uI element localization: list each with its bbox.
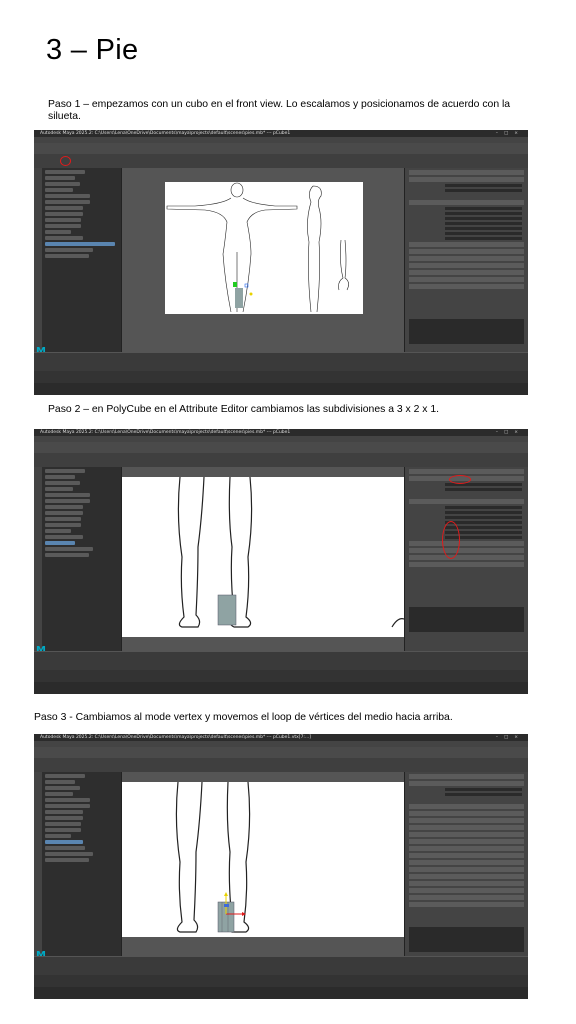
maya-screenshot-2: Autodesk Maya 2025.2: C:\Users\Lena\OneD… — [34, 429, 528, 694]
viewport[interactable] — [122, 467, 404, 652]
window-controls-icon[interactable]: –□× — [496, 734, 524, 741]
tool-column[interactable] — [34, 168, 42, 355]
window-title: Autodesk Maya 2025.2: C:\Users\Lena\OneD… — [40, 735, 311, 740]
tool-column[interactable] — [34, 467, 42, 654]
maya-screenshot-3: Autodesk Maya 2025.2: C:\Users\Lena\OneD… — [34, 734, 528, 999]
timeline[interactable] — [34, 956, 528, 975]
shelf-icons[interactable] — [34, 758, 528, 772]
outliner-panel[interactable] — [42, 772, 122, 957]
shelf-icons[interactable] — [34, 154, 528, 168]
command-line[interactable] — [34, 987, 528, 999]
highlight-circle-subdivisions — [442, 521, 460, 559]
outliner-panel[interactable] — [42, 467, 122, 652]
range-slider[interactable] — [34, 975, 528, 987]
command-line[interactable] — [34, 682, 528, 694]
range-slider[interactable] — [34, 371, 528, 383]
window-title: Autodesk Maya 2025.2: C:\Users\Lena\OneD… — [40, 131, 291, 136]
step-3-text: Paso 3 - Cambiamos al mode vertex y move… — [34, 712, 453, 723]
page-title: 3 – Pie — [46, 34, 139, 66]
window-controls-icon[interactable]: –□× — [496, 130, 524, 137]
shelf-icons[interactable] — [34, 453, 528, 467]
step-1-text: Paso 1 – empezamos con un cubo en el fro… — [48, 99, 511, 122]
tool-column[interactable] — [34, 772, 42, 959]
legs-drawing — [177, 477, 404, 628]
highlight-circle — [60, 156, 71, 166]
highlight-circle-polycube-tab — [449, 475, 471, 484]
viewport[interactable] — [122, 772, 404, 957]
legs-drawing — [175, 782, 251, 933]
reference-image — [122, 782, 404, 937]
viewport[interactable] — [122, 168, 404, 353]
reference-image — [122, 477, 404, 637]
window-titlebar: Autodesk Maya 2025.2: C:\Users\Lena\OneD… — [34, 734, 528, 741]
outliner-panel[interactable] — [42, 168, 122, 353]
timeline[interactable] — [34, 352, 528, 371]
timeline[interactable] — [34, 651, 528, 670]
command-line[interactable] — [34, 383, 528, 395]
range-slider[interactable] — [34, 670, 528, 682]
window-titlebar: Autodesk Maya 2025.2: C:\Users\Lena\OneD… — [34, 130, 528, 137]
maya-screenshot-1: Autodesk Maya 2025.2: C:\Users\Lena\OneD… — [34, 130, 528, 395]
window-titlebar: Autodesk Maya 2025.2: C:\Users\Lena\OneD… — [34, 429, 528, 436]
attribute-editor[interactable] — [404, 772, 528, 957]
attribute-editor[interactable] — [404, 168, 528, 353]
attribute-editor[interactable] — [404, 467, 528, 652]
step-2-text: Paso 2 – en PolyCube en el Attribute Edi… — [48, 404, 440, 415]
window-title: Autodesk Maya 2025.2: C:\Users\Lena\OneD… — [40, 430, 291, 435]
window-controls-icon[interactable]: –□× — [496, 429, 524, 436]
silhouette-drawing — [166, 182, 349, 313]
reference-image — [165, 182, 363, 314]
